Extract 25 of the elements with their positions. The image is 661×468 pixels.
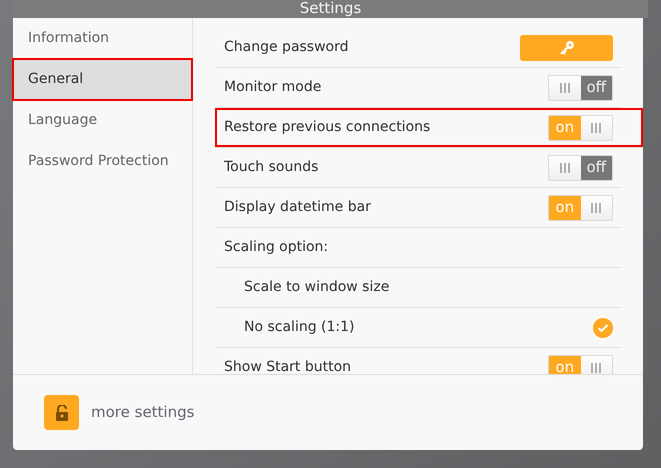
setting-label: Change password [224,38,349,57]
grip-icon [590,202,602,214]
setting-label: Touch sounds [224,158,318,177]
section-heading: Scaling option: [224,238,328,257]
grip-icon [590,362,602,374]
padlock-icon [54,404,68,420]
grip-icon [590,122,602,134]
sidebar-item[interactable]: Password Protection [13,141,192,182]
toggle-switch[interactable]: off [548,154,613,180]
option-label[interactable]: Scale to window size [244,277,390,298]
key-icon [558,40,574,56]
grip-icon [558,162,571,174]
sidebar-item[interactable]: Information [13,18,192,59]
more-settings-link[interactable]: more settings [91,401,194,424]
sidebar-item[interactable]: General [13,59,192,100]
setting-label: Display datetime bar [224,198,371,217]
toggle-switch[interactable]: off [548,74,613,100]
setting-label: Monitor mode [224,78,322,97]
sidebar-item[interactable]: Language [13,100,192,141]
setting-label: Show Start button [224,358,352,374]
grip-icon [558,82,571,94]
window-title: Settings [300,0,362,17]
option-label[interactable]: No scaling (1:1) [244,317,355,338]
setting-label: Restore previous connections [224,118,430,137]
unlock-button[interactable] [44,395,79,430]
